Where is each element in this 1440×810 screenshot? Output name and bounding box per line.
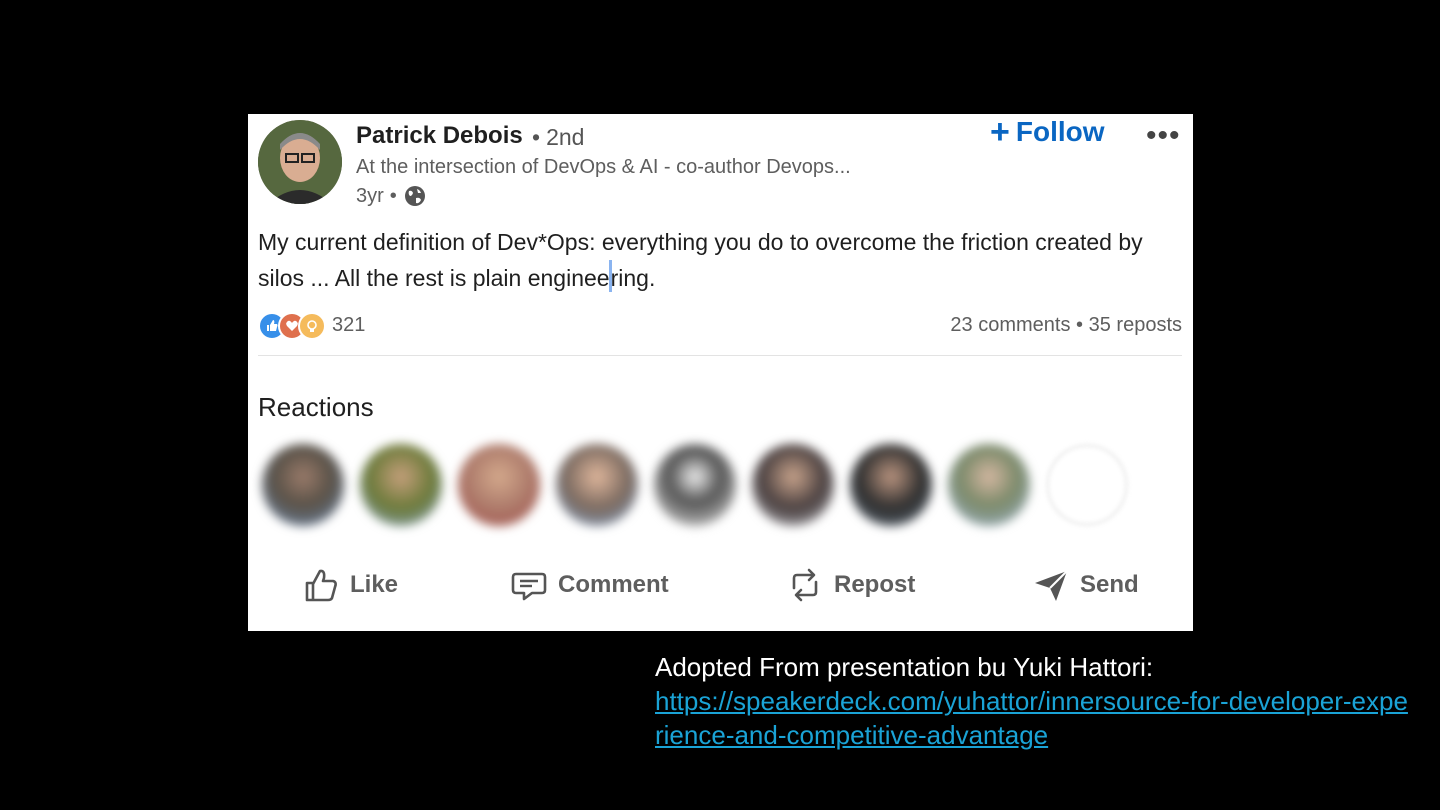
reactor-avatar[interactable] — [458, 444, 540, 526]
divider — [258, 355, 1182, 356]
reactor-avatar[interactable] — [360, 444, 442, 526]
author-avatar[interactable] — [258, 120, 342, 204]
comment-button[interactable]: Comment — [510, 566, 669, 604]
linkedin-post-card: Patrick Debois • 2nd At the intersection … — [248, 114, 1193, 631]
reactions-heading: Reactions — [258, 392, 374, 422]
more-reactors-button[interactable] — [1046, 444, 1128, 526]
slide-caption: Adopted From presentation bu Yuki Hattor… — [655, 652, 1154, 682]
repost-label: Repost — [834, 571, 916, 598]
reactors-list — [262, 444, 1128, 526]
like-label: Like — [350, 571, 399, 598]
follow-button[interactable]: + Follow — [990, 114, 1105, 151]
meta-separator: • — [389, 184, 397, 207]
counts-separator: • — [1076, 314, 1089, 336]
author-name[interactable]: Patrick Debois — [356, 122, 523, 150]
connection-degree: • 2nd — [532, 124, 585, 150]
degree-label: 2nd — [546, 124, 585, 150]
send-label: Send — [1080, 571, 1139, 598]
globe-icon — [403, 184, 427, 208]
post-actions-bar: Like Comment Repost Send — [248, 566, 1193, 616]
thumbs-up-icon — [305, 569, 337, 602]
post-text-start: My current definition of Dev*Ops: everyt… — [258, 229, 1143, 291]
follow-label: Follow — [1015, 116, 1105, 147]
reposts-count[interactable]: 35 reposts — [1089, 314, 1182, 336]
reactor-avatar[interactable] — [948, 444, 1030, 526]
post-age: 3yr — [356, 184, 384, 207]
post-text-end: ring. — [610, 265, 656, 291]
reactor-avatar[interactable] — [262, 444, 344, 526]
reaction-icons[interactable] — [258, 312, 326, 340]
comment-label: Comment — [558, 571, 669, 598]
reaction-count[interactable]: 321 — [332, 314, 365, 337]
comment-icon — [511, 572, 547, 601]
repost-button[interactable]: Repost — [786, 566, 915, 604]
reactor-avatar[interactable] — [850, 444, 932, 526]
comments-count[interactable]: 23 comments — [950, 314, 1070, 336]
insightful-reaction-icon — [298, 312, 326, 340]
send-button[interactable]: Send — [1032, 566, 1139, 604]
plus-icon: + — [990, 114, 1010, 151]
like-button[interactable]: Like — [302, 566, 398, 604]
send-icon — [1035, 570, 1068, 601]
post-body: My current definition of Dev*Ops: everyt… — [258, 224, 1158, 296]
author-headline: At the intersection of DevOps & AI - co-… — [356, 156, 851, 178]
post-meta: 3yr • — [356, 184, 427, 208]
more-options-button[interactable]: ••• — [1140, 118, 1187, 154]
reactor-avatar[interactable] — [654, 444, 736, 526]
social-counts: 23 comments • 35 reposts — [950, 314, 1182, 337]
reactor-avatar[interactable] — [752, 444, 834, 526]
source-link[interactable]: https://speakerdeck.com/yuhattor/innerso… — [655, 684, 1415, 752]
repost-icon — [792, 568, 818, 602]
reactor-avatar[interactable] — [556, 444, 638, 526]
